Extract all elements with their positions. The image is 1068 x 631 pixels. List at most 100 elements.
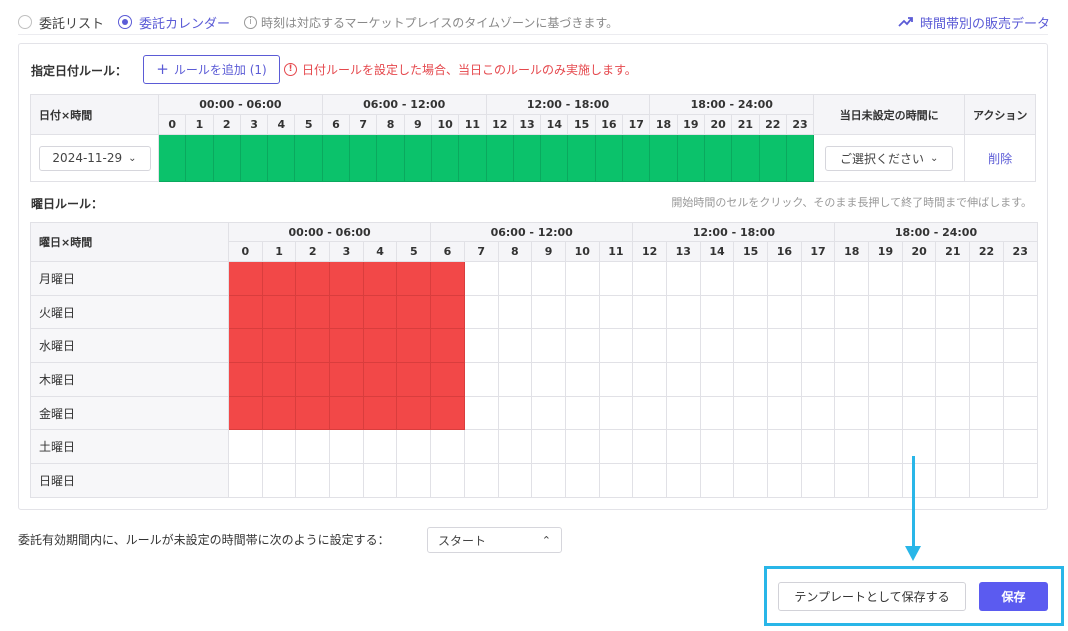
weekday-hour-cell[interactable]	[430, 261, 465, 296]
date-hour-cell[interactable]	[349, 134, 378, 182]
weekday-hour-cell[interactable]	[497, 328, 533, 364]
weekday-hour-cell[interactable]	[767, 294, 802, 330]
weekday-hour-cell[interactable]	[901, 395, 937, 431]
weekday-hour-cell[interactable]	[733, 261, 769, 296]
weekday-hour-cell[interactable]	[329, 463, 364, 498]
date-hour-cell[interactable]	[703, 134, 733, 182]
weekday-hour-cell[interactable]	[295, 294, 331, 330]
weekday-hour-cell[interactable]	[295, 261, 331, 296]
weekday-hour-cell[interactable]	[834, 463, 870, 498]
weekday-hour-cell[interactable]	[228, 395, 263, 431]
weekday-hour-cell[interactable]	[295, 328, 331, 364]
weekday-hour-cell[interactable]	[598, 395, 634, 431]
date-hour-cell[interactable]	[512, 134, 542, 182]
weekday-hour-cell[interactable]	[699, 395, 735, 431]
weekday-hour-cell[interactable]	[396, 362, 432, 397]
weekday-hour-cell[interactable]	[935, 328, 971, 364]
weekday-hour-cell[interactable]	[733, 463, 769, 498]
radio-consign-list[interactable]: 委託リスト	[18, 13, 104, 32]
date-hour-cell[interactable]	[321, 134, 351, 182]
weekday-hour-cell[interactable]	[665, 328, 701, 364]
weekday-hour-cell[interactable]	[531, 463, 566, 498]
weekday-hour-cell[interactable]	[632, 261, 667, 296]
weekday-hour-cell[interactable]	[935, 395, 971, 431]
weekday-hour-cell[interactable]	[261, 328, 297, 364]
weekday-hour-cell[interactable]	[362, 261, 398, 296]
weekday-hour-cell[interactable]	[834, 362, 870, 397]
date-hour-cell[interactable]	[212, 134, 241, 182]
weekday-hour-cell[interactable]	[430, 395, 465, 431]
weekday-hour-cell[interactable]	[228, 429, 263, 465]
weekday-hour-cell[interactable]	[228, 463, 263, 498]
weekday-hour-cell[interactable]	[329, 429, 364, 465]
weekday-hour-cell[interactable]	[665, 463, 701, 498]
weekday-hour-cell[interactable]	[228, 328, 263, 364]
weekday-hour-cell[interactable]	[969, 328, 1004, 364]
weekday-hour-cell[interactable]	[699, 294, 735, 330]
date-hour-cell[interactable]	[567, 134, 596, 182]
weekday-hour-cell[interactable]	[261, 362, 297, 397]
weekday-hour-cell[interactable]	[564, 294, 600, 330]
date-picker[interactable]: 2024-11-29 ⌄	[38, 145, 151, 171]
weekday-hour-cell[interactable]	[295, 463, 331, 498]
weekday-hour-cell[interactable]	[463, 463, 499, 498]
weekday-hour-cell[interactable]	[463, 294, 499, 330]
date-hour-cell[interactable]	[185, 134, 214, 182]
weekday-hour-cell[interactable]	[935, 294, 971, 330]
weekday-hour-cell[interactable]	[868, 463, 903, 498]
delete-link[interactable]: 削除	[988, 152, 1012, 166]
weekday-hour-cell[interactable]	[497, 395, 533, 431]
weekday-hour-cell[interactable]	[800, 362, 836, 397]
date-hour-cell[interactable]	[267, 134, 296, 182]
weekday-hour-cell[interactable]	[362, 429, 398, 465]
weekday-hour-cell[interactable]	[531, 328, 566, 364]
weekday-hour-cell[interactable]	[901, 429, 937, 465]
date-hour-cell[interactable]	[649, 134, 678, 182]
weekday-hour-cell[interactable]	[665, 261, 701, 296]
radio-consign-calendar[interactable]: 委託カレンダー	[118, 13, 230, 32]
weekday-hour-cell[interactable]	[733, 294, 769, 330]
weekday-hour-cell[interactable]	[632, 294, 667, 330]
date-hour-cell[interactable]	[430, 134, 460, 182]
weekday-hour-cell[interactable]	[699, 261, 735, 296]
weekday-hour-cell[interactable]	[733, 328, 769, 364]
weekday-hour-cell[interactable]	[800, 463, 836, 498]
weekday-hour-cell[interactable]	[935, 362, 971, 397]
weekday-hour-cell[interactable]	[868, 429, 903, 465]
weekday-hour-cell[interactable]	[497, 463, 533, 498]
weekday-hour-cell[interactable]	[969, 294, 1004, 330]
date-hour-cell[interactable]	[594, 134, 624, 182]
weekday-hour-cell[interactable]	[632, 463, 667, 498]
weekday-hour-cell[interactable]	[362, 328, 398, 364]
weekday-hour-cell[interactable]	[261, 294, 297, 330]
weekday-hour-cell[interactable]	[430, 429, 465, 465]
weekday-hour-cell[interactable]	[969, 429, 1004, 465]
weekday-hour-cell[interactable]	[699, 328, 735, 364]
weekday-hour-cell[interactable]	[901, 328, 937, 364]
weekday-hour-cell[interactable]	[1002, 328, 1038, 364]
date-hour-cell[interactable]	[157, 134, 187, 182]
weekday-hour-cell[interactable]	[868, 294, 903, 330]
unset-time-select[interactable]: スタート ⌃	[427, 527, 562, 553]
weekday-hour-cell[interactable]	[632, 395, 667, 431]
weekday-hour-cell[interactable]	[430, 328, 465, 364]
weekday-hour-cell[interactable]	[699, 463, 735, 498]
weekday-hour-cell[interactable]	[362, 294, 398, 330]
weekday-hour-cell[interactable]	[767, 463, 802, 498]
weekday-hour-cell[interactable]	[1002, 463, 1038, 498]
date-hour-cell[interactable]	[731, 134, 760, 182]
weekday-hour-cell[interactable]	[868, 395, 903, 431]
date-hour-cell[interactable]	[758, 134, 787, 182]
weekday-hour-cell[interactable]	[228, 261, 263, 296]
weekday-hour-cell[interactable]	[935, 429, 971, 465]
weekday-hour-cell[interactable]	[800, 395, 836, 431]
weekday-hour-cell[interactable]	[329, 328, 364, 364]
weekday-hour-cell[interactable]	[463, 261, 499, 296]
weekday-hour-cell[interactable]	[598, 328, 634, 364]
weekday-hour-cell[interactable]	[396, 429, 432, 465]
weekday-hour-cell[interactable]	[531, 261, 566, 296]
weekday-hour-cell[interactable]	[598, 429, 634, 465]
weekday-hour-cell[interactable]	[564, 362, 600, 397]
unset-time-dropdown[interactable]: ご選択ください ⌄	[825, 145, 954, 171]
date-hour-cell[interactable]	[376, 134, 405, 182]
